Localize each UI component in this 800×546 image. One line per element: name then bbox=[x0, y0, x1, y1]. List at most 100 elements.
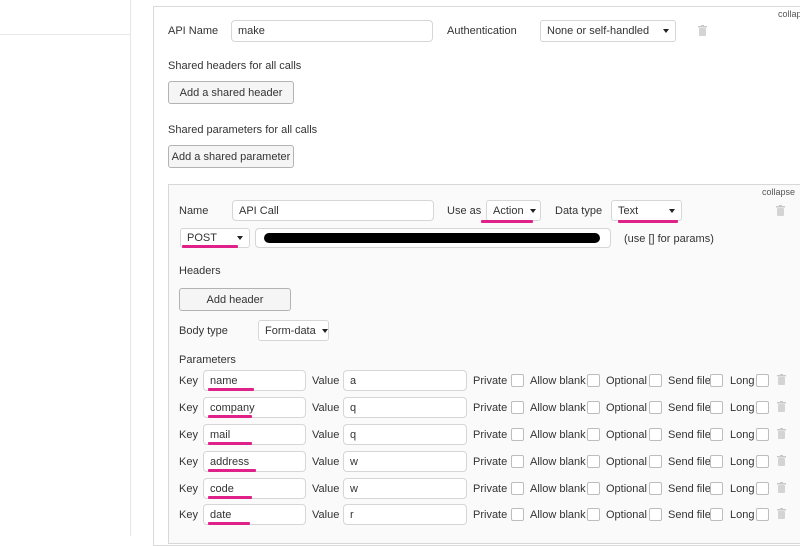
redacted-url bbox=[264, 233, 600, 243]
send-file-checkbox[interactable] bbox=[710, 508, 723, 521]
long-checkbox[interactable] bbox=[756, 401, 769, 414]
send-file-label: Send file bbox=[668, 456, 711, 468]
optional-checkbox[interactable] bbox=[649, 482, 662, 495]
long-label: Long bbox=[730, 402, 755, 414]
send-file-checkbox[interactable] bbox=[710, 374, 723, 387]
trash-icon[interactable] bbox=[777, 482, 786, 493]
long-checkbox[interactable] bbox=[756, 508, 769, 521]
param-value-label: Value bbox=[312, 483, 340, 495]
add-shared-header-button[interactable]: Add a shared header bbox=[168, 81, 294, 104]
send-file-label: Send file bbox=[668, 483, 711, 495]
allow-blank-checkbox[interactable] bbox=[587, 508, 600, 521]
authentication-dropdown[interactable]: None or self-handled bbox=[540, 20, 676, 42]
optional-checkbox[interactable] bbox=[649, 374, 662, 387]
optional-checkbox[interactable] bbox=[649, 455, 662, 468]
allow-blank-checkbox[interactable] bbox=[587, 455, 600, 468]
optional-label: Optional bbox=[606, 483, 647, 495]
param-value-input[interactable]: r bbox=[343, 504, 467, 525]
allow-blank-label: Allow blank bbox=[530, 375, 586, 387]
api-name-value: make bbox=[238, 25, 265, 37]
param-value-input[interactable]: q bbox=[343, 397, 467, 418]
add-header-button[interactable]: Add header bbox=[179, 288, 291, 311]
param-value-input[interactable]: w bbox=[343, 478, 467, 499]
allow-blank-label: Allow blank bbox=[530, 483, 586, 495]
private-checkbox[interactable] bbox=[511, 455, 524, 468]
param-key-label: Key bbox=[179, 429, 198, 441]
send-file-checkbox[interactable] bbox=[710, 482, 723, 495]
private-checkbox[interactable] bbox=[511, 401, 524, 414]
long-checkbox[interactable] bbox=[756, 374, 769, 387]
param-value-input[interactable]: q bbox=[343, 424, 467, 445]
param-key-value: code bbox=[210, 482, 234, 495]
long-label: Long bbox=[730, 509, 755, 521]
trash-icon[interactable] bbox=[777, 374, 786, 385]
private-checkbox[interactable] bbox=[511, 508, 524, 521]
trash-icon[interactable] bbox=[777, 508, 786, 519]
shared-params-label: Shared parameters for all calls bbox=[168, 124, 318, 136]
send-file-checkbox[interactable] bbox=[710, 428, 723, 441]
data-type-label: Data type bbox=[555, 205, 603, 217]
private-label: Private bbox=[473, 402, 508, 414]
trash-icon[interactable] bbox=[777, 455, 786, 466]
body-type-dropdown[interactable]: Form-data bbox=[258, 320, 329, 341]
private-checkbox[interactable] bbox=[511, 482, 524, 495]
param-value-label: Value bbox=[312, 402, 340, 414]
data-type-value: Text bbox=[618, 204, 639, 217]
optional-checkbox[interactable] bbox=[649, 508, 662, 521]
param-value-text: q bbox=[350, 401, 357, 414]
private-label: Private bbox=[473, 429, 508, 441]
url-hint: (use [] for params) bbox=[624, 233, 714, 245]
param-value-label: Value bbox=[312, 429, 340, 441]
private-checkbox[interactable] bbox=[511, 374, 524, 387]
optional-checkbox[interactable] bbox=[649, 428, 662, 441]
param-key-value: date bbox=[210, 508, 232, 521]
shared-headers-label: Shared headers for all calls bbox=[168, 60, 302, 72]
param-value-input[interactable]: a bbox=[343, 370, 467, 391]
api-name-input[interactable]: make bbox=[231, 20, 433, 42]
trash-icon[interactable] bbox=[777, 401, 786, 412]
call-name-value: API Call bbox=[239, 204, 279, 217]
param-value-input[interactable]: w bbox=[343, 451, 467, 472]
param-key-label: Key bbox=[179, 402, 198, 414]
url-input[interactable] bbox=[255, 228, 611, 248]
send-file-label: Send file bbox=[668, 402, 711, 414]
private-label: Private bbox=[473, 509, 508, 521]
optional-checkbox[interactable] bbox=[649, 401, 662, 414]
allow-blank-checkbox[interactable] bbox=[587, 482, 600, 495]
param-value-text: w bbox=[350, 455, 358, 468]
trash-icon[interactable] bbox=[777, 428, 786, 439]
optional-label: Optional bbox=[606, 429, 647, 441]
optional-label: Optional bbox=[606, 456, 647, 468]
trash-icon[interactable] bbox=[776, 205, 785, 216]
body-type-value: Form-data bbox=[265, 324, 316, 337]
use-as-dropdown[interactable]: Action bbox=[486, 200, 541, 221]
add-shared-parameter-button[interactable]: Add a shared parameter bbox=[168, 145, 294, 168]
call-name-input[interactable]: API Call bbox=[232, 200, 434, 221]
long-checkbox[interactable] bbox=[756, 482, 769, 495]
allow-blank-checkbox[interactable] bbox=[587, 428, 600, 441]
allow-blank-checkbox[interactable] bbox=[587, 401, 600, 414]
send-file-label: Send file bbox=[668, 509, 711, 521]
allow-blank-checkbox[interactable] bbox=[587, 374, 600, 387]
highlight-mark bbox=[208, 388, 254, 391]
call-collapse-link[interactable]: collapse bbox=[762, 187, 795, 197]
chevron-down-icon bbox=[529, 208, 536, 213]
chevron-down-icon bbox=[321, 328, 328, 333]
long-checkbox[interactable] bbox=[756, 455, 769, 468]
long-checkbox[interactable] bbox=[756, 428, 769, 441]
long-label: Long bbox=[730, 375, 755, 387]
data-type-dropdown[interactable]: Text bbox=[611, 200, 682, 221]
private-checkbox[interactable] bbox=[511, 428, 524, 441]
api-collapse-link[interactable]: collapse bbox=[778, 9, 800, 19]
chevron-down-icon bbox=[237, 236, 243, 240]
trash-icon[interactable] bbox=[698, 25, 707, 36]
send-file-checkbox[interactable] bbox=[710, 401, 723, 414]
body-type-label: Body type bbox=[179, 325, 228, 337]
param-value-label: Value bbox=[312, 456, 340, 468]
allow-blank-label: Allow blank bbox=[530, 509, 586, 521]
param-value-text: q bbox=[350, 428, 357, 441]
param-key-value: mail bbox=[210, 428, 231, 441]
param-value-text: r bbox=[350, 508, 354, 521]
long-label: Long bbox=[730, 456, 755, 468]
send-file-checkbox[interactable] bbox=[710, 455, 723, 468]
